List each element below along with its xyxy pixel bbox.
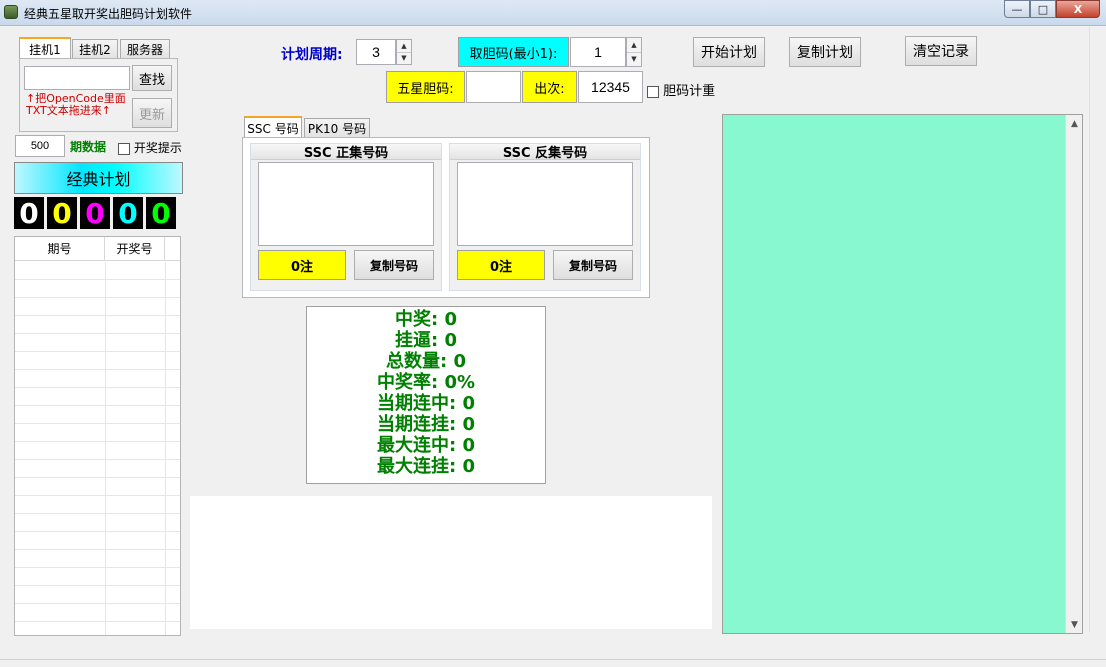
tab-guaji2[interactable]: 挂机2 — [72, 39, 118, 59]
times-input[interactable] — [578, 71, 643, 103]
digit-4: 0 — [113, 197, 143, 230]
copy-positive-button[interactable]: 复制号码 — [354, 250, 434, 280]
stat-total: 总数量: 0 — [386, 351, 466, 372]
digit-2: 0 — [47, 197, 77, 230]
tab-ssc-numbers[interactable]: SSC 号码 — [244, 116, 302, 138]
negative-set-title: SSC 反集号码 — [450, 144, 640, 161]
positive-set-textarea[interactable] — [258, 162, 434, 246]
times-label: 出次: — [522, 71, 577, 103]
minimize-button[interactable]: — — [1004, 0, 1030, 18]
notify-checkbox[interactable] — [118, 142, 130, 155]
tab-pk10-numbers[interactable]: PK10 号码 — [304, 118, 370, 138]
start-plan-button[interactable]: 开始计划 — [693, 37, 765, 67]
digit-display: 0 0 0 0 0 — [14, 197, 176, 230]
opencode-input[interactable] — [24, 66, 130, 90]
cycle-label: 计划周期: — [281, 47, 343, 63]
spin-down-icon[interactable]: ▼ — [627, 53, 641, 67]
gall-input[interactable] — [570, 37, 626, 67]
repeat-checkbox[interactable] — [647, 85, 659, 98]
spin-up-icon[interactable]: ▲ — [397, 40, 411, 53]
window-title: 经典五星取开奖出胆码计划软件 — [24, 7, 193, 21]
log-textarea[interactable] — [190, 496, 712, 629]
classic-plan-button[interactable]: 经典计划 — [14, 162, 183, 194]
gall-spinner[interactable]: ▲ ▼ — [626, 37, 642, 67]
stat-max-win-streak: 最大连中: 0 — [377, 435, 475, 456]
drag-hint-line-2: TXT文本拖进来↑ — [26, 104, 111, 117]
stat-current-win-streak: 当期连中: 0 — [377, 393, 475, 414]
spin-down-icon[interactable]: ▼ — [397, 53, 411, 65]
stat-losses: 挂逼: 0 — [395, 330, 457, 351]
scroll-down-icon[interactable]: ▼ — [1066, 616, 1083, 633]
table-header: 期号 开奖号 — [15, 237, 180, 261]
status-bar — [0, 659, 1106, 667]
window-controls: — □ X — [1004, 0, 1100, 19]
copy-plan-button[interactable]: 复制计划 — [789, 37, 861, 67]
positive-set-title: SSC 正集号码 — [251, 144, 441, 161]
table-body — [15, 262, 180, 635]
find-button[interactable]: 查找 — [132, 65, 172, 91]
window-scrollbar[interactable] — [1089, 27, 1106, 632]
gall-label: 取胆码(最小1): — [458, 37, 569, 67]
column-divider — [105, 262, 106, 635]
digit-1: 0 — [14, 197, 44, 230]
tab-server[interactable]: 服务器 — [120, 39, 170, 59]
digit-5: 0 — [146, 197, 176, 230]
spin-up-icon[interactable]: ▲ — [627, 38, 641, 53]
copy-negative-button[interactable]: 复制号码 — [553, 250, 633, 280]
drag-hint: ↑把OpenCode里面 TXT文本拖进来↑ — [26, 93, 126, 117]
positive-count: 0注 — [258, 250, 346, 280]
update-button[interactable]: 更新 — [132, 98, 172, 128]
clear-records-button[interactable]: 清空记录 — [905, 36, 977, 66]
column-header-draw[interactable]: 开奖号 — [105, 237, 165, 260]
scroll-up-icon[interactable]: ▲ — [1066, 115, 1083, 132]
cycle-input[interactable] — [356, 39, 396, 65]
column-header-period[interactable]: 期号 — [15, 237, 105, 260]
stat-wins: 中奖: 0 — [395, 309, 457, 330]
negative-set-textarea[interactable] — [457, 162, 633, 246]
notify-label: 开奖提示 — [133, 141, 182, 155]
notify-checkbox-group[interactable]: 开奖提示 — [118, 139, 182, 156]
five-star-label: 五星胆码: — [386, 71, 465, 103]
title-bar: 经典五星取开奖出胆码计划软件 — □ X — [0, 0, 1106, 26]
close-button[interactable]: X — [1056, 0, 1100, 18]
stat-max-loss-streak: 最大连挂: 0 — [377, 456, 475, 477]
app-icon — [4, 5, 18, 19]
stats-panel: 中奖: 0 挂逼: 0 总数量: 0 中奖率: 0% 当期连中: 0 当期连挂:… — [306, 306, 546, 484]
column-divider — [165, 262, 166, 635]
period-count-input[interactable] — [15, 135, 65, 157]
stat-current-loss-streak: 当期连挂: 0 — [377, 414, 475, 435]
period-label: 期数据 — [70, 140, 107, 154]
negative-count: 0注 — [457, 250, 545, 280]
tab-guaji1[interactable]: 挂机1 — [19, 37, 71, 59]
repeat-label: 胆码计重 — [663, 84, 716, 99]
maximize-button[interactable]: □ — [1030, 0, 1056, 18]
draw-history-table: 期号 开奖号 — [14, 236, 181, 636]
five-star-input[interactable] — [466, 71, 521, 103]
cycle-spinner[interactable]: ▲ ▼ — [396, 39, 412, 65]
stat-win-rate: 中奖率: 0% — [376, 372, 476, 393]
plan-output-panel[interactable]: ▲ ▼ — [722, 114, 1083, 634]
digit-3: 0 — [80, 197, 110, 230]
plan-output-scrollbar[interactable]: ▲ ▼ — [1065, 115, 1082, 633]
repeat-checkbox-group[interactable]: 胆码计重 — [647, 80, 715, 99]
